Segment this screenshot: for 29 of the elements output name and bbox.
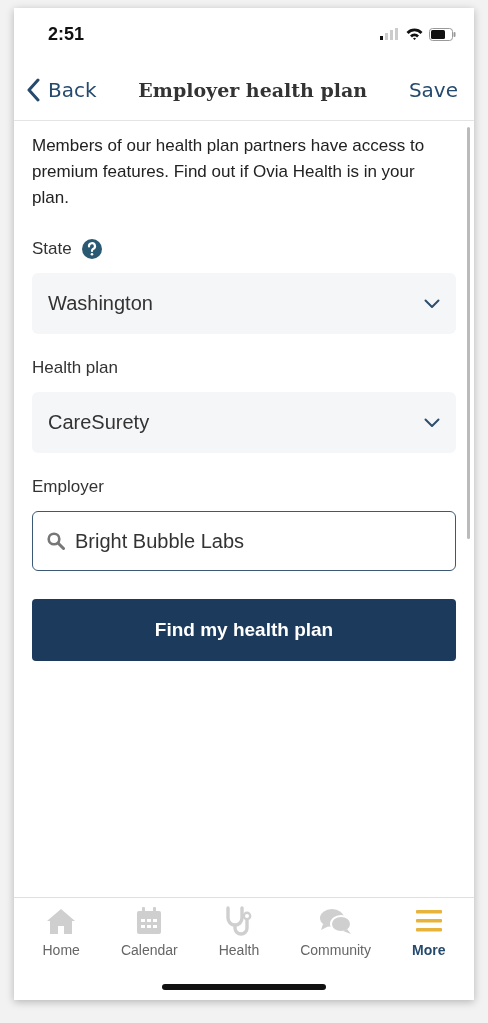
back-chevron-icon: [26, 78, 40, 102]
dropdown[interactable]: CareSurety: [32, 392, 456, 453]
tab-bar-item[interactable]: Health: [218, 902, 260, 972]
chevron-down-icon: [424, 417, 440, 428]
save-button[interactable]: Save: [408, 78, 458, 102]
help-icon[interactable]: [81, 239, 102, 259]
status-time: 2:51: [48, 23, 85, 45]
battery-icon: [429, 27, 456, 41]
chat-bubbles-icon: [318, 907, 353, 935]
find-plan-button[interactable]: Find my health plan: [32, 599, 456, 661]
calendar-icon: [136, 907, 163, 935]
wifi-icon: [406, 28, 423, 40]
intro-text: Members of our health plan partners have access to premium features. Find out if Ovia Health is in your plan.: [32, 135, 426, 209]
search-icon: [47, 532, 65, 550]
field-label: Employer: [32, 477, 104, 497]
back-button[interactable]: Back: [26, 78, 97, 102]
search-field[interactable]: Bright Bubble Labs: [32, 511, 456, 571]
screen-title: Employer health plan: [138, 79, 368, 101]
menu-icon: [415, 909, 442, 933]
field-label: State: [32, 239, 72, 259]
dropdown[interactable]: Washington: [32, 273, 456, 334]
tab-bar-item[interactable]: More: [412, 902, 446, 972]
field-label: Health plan: [32, 358, 118, 378]
tab-bar-item[interactable]: Home: [42, 902, 80, 972]
stethoscope-icon: [224, 906, 253, 936]
tab-bar-item[interactable]: Community: [300, 902, 371, 972]
chevron-down-icon: [424, 298, 440, 309]
signal-icon: [380, 28, 400, 40]
tab-bar-item[interactable]: Calendar: [120, 902, 178, 972]
